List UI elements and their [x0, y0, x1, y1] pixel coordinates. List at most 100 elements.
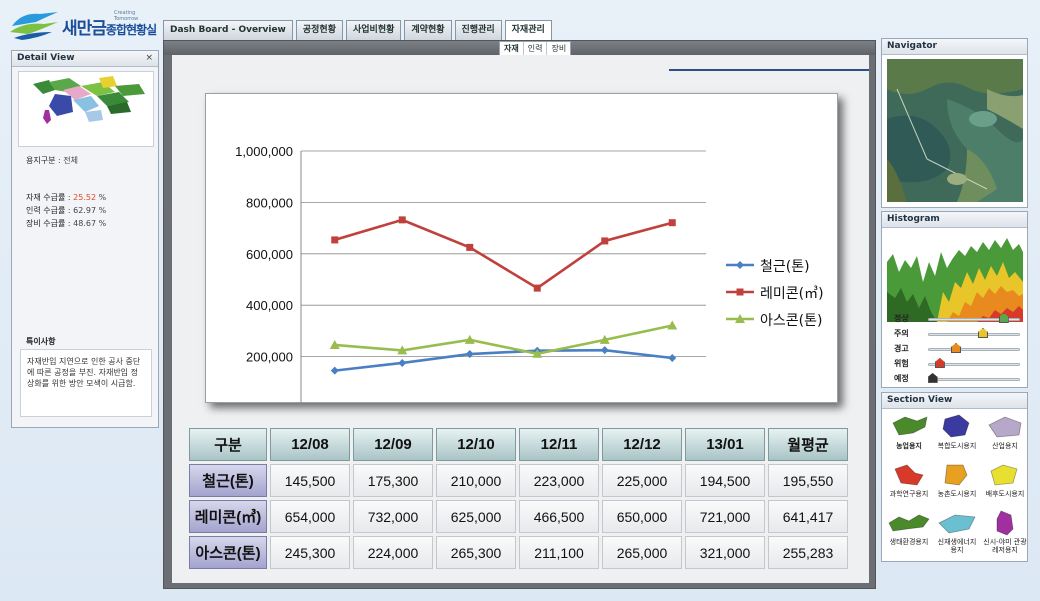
y-tick-label: - [289, 401, 293, 404]
logo-emblem-icon [10, 12, 58, 40]
close-icon[interactable]: × [145, 51, 153, 66]
slider-track[interactable] [928, 328, 1020, 338]
data-point [398, 358, 407, 367]
section-item[interactable]: 산업용지 [982, 413, 1028, 450]
level-slider-warning[interactable]: 경고 [894, 343, 1024, 355]
table-cell: 195,550 [768, 464, 848, 497]
table-cell: 466,500 [519, 500, 599, 533]
tab-progress-management[interactable]: 진행관리 [454, 20, 502, 40]
series-line [334, 348, 673, 372]
notes-box: 자재반입 지연으로 인한 공사 중단에 따른 공정을 부진. 자재반입 정상화를… [20, 349, 152, 417]
section-item-label: 신시-야미 관광레저용지 [983, 538, 1027, 554]
table-cell: 224,000 [353, 536, 433, 569]
level-slider-normal[interactable]: 정상 [894, 313, 1024, 325]
main-content-area: - 200,000 400,000 600,000 800,000 1,000,000 12… [172, 55, 869, 583]
y-tick-label: 600,000 [246, 247, 293, 262]
table-row-header: 레미콘(㎥) [189, 500, 267, 533]
slider-thumb[interactable] [927, 373, 938, 383]
slider-thumb[interactable] [978, 328, 988, 338]
area-type-row: 용지구분 : 전체 [26, 155, 78, 166]
section-item[interactable]: 복합도시용지 [934, 413, 980, 450]
table-col-header: 13/01 [685, 428, 765, 461]
y-tick-label: 200,000 [246, 350, 293, 365]
slider-track[interactable] [928, 313, 1020, 323]
slider-track[interactable] [928, 358, 1020, 368]
section-item[interactable]: 신재생에너지 용지 [934, 509, 980, 554]
material-data-table: 구분 12/08 12/09 12/10 12/11 12/12 13/01 월… [186, 425, 851, 572]
slider-thumb[interactable] [934, 358, 945, 368]
series-line [334, 324, 673, 356]
level-label: 위험 [894, 359, 909, 368]
slider-track[interactable] [928, 343, 1020, 353]
table-header-row: 구분 12/08 12/09 12/10 12/11 12/12 13/01 월… [189, 428, 848, 461]
level-label: 예정 [894, 374, 909, 383]
tab-contract-status[interactable]: 계약현황 [404, 20, 452, 40]
level-slider-danger[interactable]: 위험 [894, 358, 1024, 370]
subtab-labor[interactable]: 인력 [524, 42, 548, 55]
table-row: 아스콘(톤) 245,300 224,000 265,300 211,100 2… [189, 536, 848, 569]
tab-dashboard-overview[interactable]: Dash Board - Overview [163, 20, 293, 40]
table-row: 레미콘(㎥) 654,000 732,000 625,000 466,500 6… [189, 500, 848, 533]
labor-rate-value: : 62.97 % [67, 206, 107, 215]
histogram-title: Histogram [882, 212, 1027, 228]
section-item[interactable]: 농촌도시용지 [934, 461, 980, 498]
section-item[interactable]: 신시-야미 관광레저용지 [982, 509, 1028, 554]
material-line-chart: -200,000400,000600,000800,0001,000,00012… [205, 93, 838, 404]
tab-process-status[interactable]: 공정현황 [295, 20, 343, 40]
table-avg-header: 월평균 [768, 428, 848, 461]
app-logo: Creating Tomorrow 새만금종합현황실 [10, 8, 160, 48]
logo-name: 새만금 [62, 19, 107, 39]
table-corner-header: 구분 [189, 428, 267, 461]
navigator-title: Navigator [882, 39, 1027, 55]
logo-brand: 새만금종합현황실 [62, 14, 157, 39]
subtab-material[interactable]: 자재 [500, 42, 524, 55]
satellite-map[interactable] [887, 59, 1023, 202]
equipment-rate-value: : 48.67 % [67, 219, 107, 228]
y-tick-label: 800,000 [246, 195, 293, 210]
table-cell: 225,000 [602, 464, 682, 497]
material-rate-row: 자재 수급률 : 25.52 % [26, 193, 107, 202]
slider-track[interactable] [927, 373, 1020, 383]
level-slider-planned[interactable]: 예정 [894, 373, 1024, 385]
header-accent-line [669, 69, 869, 71]
table-cell: 194,500 [685, 464, 765, 497]
legend-label: 아스콘(톤) [760, 313, 822, 329]
data-point [466, 243, 474, 251]
section-item-label: 신재생에너지 용지 [937, 538, 977, 554]
level-label: 정상 [894, 314, 909, 323]
table-cell: 654,000 [270, 500, 350, 533]
tab-material-management[interactable]: 자재관리 [504, 20, 552, 40]
slider-thumb[interactable] [951, 343, 961, 353]
slider-thumb[interactable] [998, 313, 1009, 323]
table-row: 철근(톤) 145,500 175,300 210,000 223,000 22… [189, 464, 848, 497]
legend-marker [736, 288, 744, 296]
rural-city-icon [944, 464, 968, 486]
detail-view-title: Detail View [17, 53, 75, 63]
y-tick-label: 400,000 [246, 298, 293, 313]
tab-budget-status[interactable]: 사업비현황 [346, 20, 402, 40]
renewable-icon [938, 514, 976, 534]
section-item[interactable]: 생태환경용지 [886, 509, 932, 546]
table-row-header: 아스콘(톤) [189, 536, 267, 569]
material-rate-label: 자재 수급률 [26, 193, 66, 202]
navigator-panel: Navigator [881, 38, 1028, 208]
section-item[interactable]: 배후도시용지 [982, 461, 1028, 498]
table-cell: 650,000 [602, 500, 682, 533]
chart-canvas: -200,000400,000600,000800,0001,000,00012… [235, 144, 824, 404]
site-map-thumbnail[interactable] [18, 71, 154, 147]
material-rate-value: 25.52 [73, 193, 97, 202]
histogram-graphic [887, 232, 1023, 322]
data-point [601, 237, 609, 245]
table-cell: 265,000 [602, 536, 682, 569]
table-cell: 210,000 [436, 464, 516, 497]
section-item-label: 복합도시용지 [937, 442, 977, 450]
table-col-header: 12/08 [270, 428, 350, 461]
ecology-icon [888, 514, 930, 532]
section-item[interactable]: 농업용지 [886, 413, 932, 450]
section-item[interactable]: 과학연구용지 [886, 461, 932, 498]
subtab-equipment[interactable]: 장비 [547, 42, 570, 55]
equipment-rate-label: 장비 수급률 [26, 219, 66, 228]
table-cell: 721,000 [685, 500, 765, 533]
notes-title: 특이사항 [26, 337, 56, 346]
level-slider-caution[interactable]: 주의 [894, 328, 1024, 340]
